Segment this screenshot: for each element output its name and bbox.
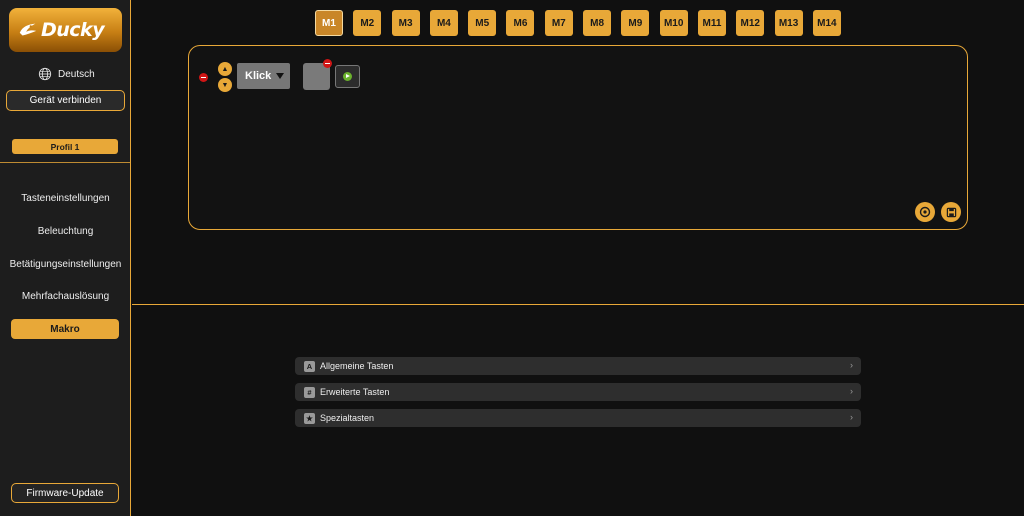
nav-key-settings[interactable]: Tasteneinstellungen <box>0 193 131 204</box>
nav-macro[interactable]: Makro <box>11 319 119 339</box>
action-type-value: Klick <box>245 70 272 82</box>
ducky-logo: Ducky <box>9 8 122 52</box>
nav-multi-trigger[interactable]: Mehrfachauslösung <box>0 291 131 302</box>
tab-m3[interactable]: M3 <box>391 10 420 36</box>
language-selector[interactable]: Deutsch <box>38 67 95 81</box>
chevron-right-icon: › <box>850 386 853 396</box>
caret-down-icon <box>276 73 285 79</box>
tab-m1[interactable]: M1 <box>315 10 343 36</box>
add-step-button[interactable] <box>915 202 935 222</box>
add-icon <box>919 206 931 218</box>
tab-m4[interactable]: M4 <box>429 10 458 36</box>
connect-device-button[interactable]: Gerät verbinden <box>6 90 125 111</box>
macro-step-panel: ▲ ▼ Klick <box>188 45 968 230</box>
remove-step-icon[interactable] <box>199 73 208 82</box>
chevron-right-icon: › <box>850 360 853 370</box>
star-icon: ★ <box>304 412 315 424</box>
tab-m10[interactable]: M10 <box>659 10 688 36</box>
action-type-select[interactable]: Klick <box>237 63 290 89</box>
tab-m6[interactable]: M6 <box>506 10 535 36</box>
tab-m11[interactable]: M11 <box>697 10 726 36</box>
tab-m7[interactable]: M7 <box>544 10 573 36</box>
tab-m14[interactable]: M14 <box>812 10 841 36</box>
move-up-icon[interactable]: ▲ <box>218 62 232 76</box>
app-root: Ducky Deutsch Gerät verbinden Profil 1 T… <box>0 0 1024 516</box>
firmware-update-button[interactable]: Firmware-Update <box>11 483 119 503</box>
chevron-right-icon: › <box>850 412 853 422</box>
category-label: Spezialtasten <box>320 413 375 423</box>
macro-editor-area: M1 M2 M3 M4 M5 M6 M7 M8 M9 M10 M11 M12 M… <box>132 0 1024 305</box>
category-label: Allgemeine Tasten <box>320 361 394 371</box>
tab-m13[interactable]: M13 <box>774 10 803 36</box>
tab-m12[interactable]: M12 <box>736 10 765 36</box>
brand-name: Ducky <box>41 19 105 41</box>
remove-key-icon[interactable] <box>323 59 332 68</box>
tab-m9[interactable]: M9 <box>621 10 650 36</box>
profile-button[interactable]: Profil 1 <box>12 139 118 154</box>
category-extended-keys[interactable]: # Erweiterte Tasten › <box>295 383 861 401</box>
nav-lighting[interactable]: Beleuchtung <box>0 226 131 237</box>
duck-logo-icon <box>19 23 37 36</box>
save-icon <box>946 207 956 217</box>
play-icon <box>343 72 352 81</box>
letter-a-icon: A <box>304 360 315 372</box>
sidebar: Ducky Deutsch Gerät verbinden Profil 1 T… <box>0 0 131 516</box>
tab-m5[interactable]: M5 <box>468 10 497 36</box>
tab-m2[interactable]: M2 <box>353 10 382 36</box>
language-label: Deutsch <box>58 68 95 80</box>
nav-actuation-settings[interactable]: Betätigungseinstellungen <box>0 259 131 270</box>
sidebar-divider <box>0 162 131 163</box>
hash-icon: # <box>304 386 315 398</box>
macro-tabs: M1 M2 M3 M4 M5 M6 M7 M8 M9 M10 M11 M12 M… <box>315 10 851 36</box>
category-label: Erweiterte Tasten <box>320 387 390 397</box>
tab-m8[interactable]: M8 <box>583 10 612 36</box>
category-general-keys[interactable]: A Allgemeine Tasten › <box>295 357 861 375</box>
save-button[interactable] <box>941 202 961 222</box>
play-step-button[interactable] <box>335 65 360 88</box>
category-special-keys[interactable]: ★ Spezialtasten › <box>295 409 861 427</box>
move-down-icon[interactable]: ▼ <box>218 78 232 92</box>
globe-icon <box>38 67 52 81</box>
